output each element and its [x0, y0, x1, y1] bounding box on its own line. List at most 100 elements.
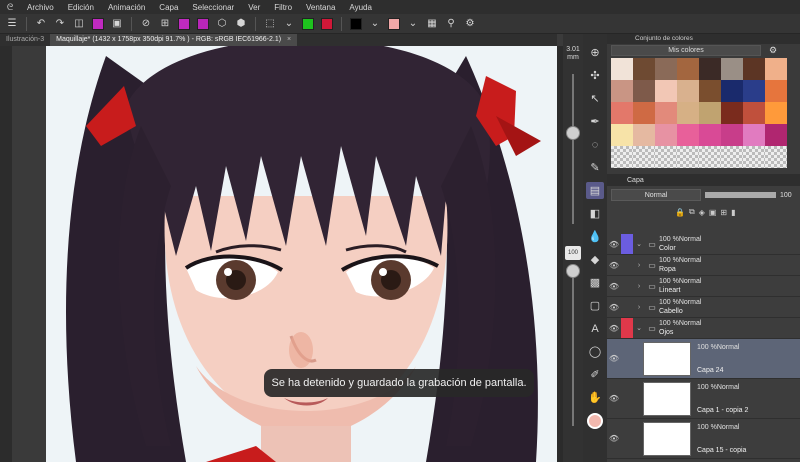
color-swatch[interactable] [633, 124, 655, 146]
blend-mode-select[interactable]: Normal [611, 189, 701, 201]
visibility-eye-icon[interactable]: 👁 [607, 324, 621, 333]
black-swatch-icon[interactable] [348, 16, 364, 32]
menu-ventana[interactable]: Ventana [299, 3, 342, 12]
menu-filtro[interactable]: Filtro [267, 3, 299, 12]
color-swatch[interactable] [611, 58, 633, 80]
color-swatch[interactable] [677, 146, 699, 168]
color-icon[interactable]: ▮ [731, 208, 735, 217]
layer-row[interactable]: 👁 › ▭ 100 %Normal Cabello [607, 297, 800, 318]
checker-icon[interactable]: ▦ [424, 16, 440, 32]
chevron-down-icon[interactable]: ⌄ [281, 16, 297, 32]
color-swatch[interactable] [633, 146, 655, 168]
color-swatch[interactable] [699, 124, 721, 146]
color-swatch[interactable] [677, 80, 699, 102]
layer-row[interactable]: 👁 100 %Normal Capa 24 [607, 339, 800, 379]
hamburger-menu-icon[interactable]: ☰ [4, 16, 20, 32]
color-swatch[interactable] [611, 80, 633, 102]
color-swatch[interactable] [743, 80, 765, 102]
color-swatch[interactable] [743, 146, 765, 168]
layer-row[interactable]: 👁 › ▭ 100 %Normal Lineart [607, 276, 800, 297]
figure-icon[interactable]: ▢ [586, 297, 604, 314]
color-swatch[interactable] [677, 102, 699, 124]
color-swatch[interactable] [633, 102, 655, 124]
visibility-eye-icon[interactable]: 👁 [607, 434, 621, 443]
color-swatch[interactable] [721, 58, 743, 80]
color-swatch[interactable] [655, 80, 677, 102]
brush-size-slider[interactable] [566, 126, 580, 140]
color-swatch[interactable] [655, 146, 677, 168]
color-swatch[interactable] [611, 102, 633, 124]
color-swatch[interactable] [765, 58, 787, 80]
color-swatch[interactable] [633, 80, 655, 102]
eyedropper-icon[interactable]: ✎ [586, 159, 604, 176]
mask-icon[interactable]: ▣ [709, 208, 717, 217]
color-set-select[interactable]: Mis colores [611, 44, 761, 56]
color-swatch[interactable] [743, 124, 765, 146]
lasso-icon[interactable]: ◌ [586, 136, 604, 153]
color-swatch[interactable] [721, 102, 743, 124]
magenta-fill-icon[interactable] [195, 16, 211, 32]
close-icon[interactable]: × [287, 36, 291, 43]
move-icon[interactable]: ✣ [586, 67, 604, 84]
blend-icon[interactable]: 💧 [586, 228, 604, 245]
correct-line-icon[interactable]: ✐ [586, 366, 604, 383]
visibility-eye-icon[interactable]: 👁 [607, 394, 621, 403]
brush-opacity-slider[interactable] [566, 264, 580, 278]
folder-toggle-icon[interactable]: ⌄ [633, 240, 645, 248]
tab-ilustracion[interactable]: Ilustración-3 [0, 34, 50, 46]
settings-icon[interactable]: ⚙ [769, 45, 777, 56]
color-swatch[interactable] [765, 80, 787, 102]
fill-icon[interactable]: ◆ [586, 251, 604, 268]
visibility-eye-icon[interactable]: 👁 [607, 282, 621, 291]
menu-edicion[interactable]: Edición [61, 3, 101, 12]
visibility-eye-icon[interactable]: 👁 [607, 354, 621, 363]
text-icon[interactable]: A [586, 320, 604, 337]
chevron-down-icon[interactable]: ⌄ [405, 16, 421, 32]
drawing-canvas[interactable] [46, 46, 557, 462]
layer-row[interactable]: 👁 100 %Normal Capa 1 - copia 2 [607, 379, 800, 419]
redo-icon[interactable]: ↷ [52, 16, 68, 32]
color-set-icon[interactable]: ▤ [586, 182, 604, 199]
ruler-icon[interactable]: ⊞ [720, 208, 727, 217]
layer-row[interactable]: 👁 › ▭ 100 %Normal Ropa [607, 255, 800, 276]
color-swatch[interactable] [765, 146, 787, 168]
clip-icon[interactable]: ⧉ [689, 207, 695, 217]
color-swatch[interactable] [611, 124, 633, 146]
folder-toggle-icon[interactable]: › [633, 283, 645, 290]
folder-toggle-icon[interactable]: › [633, 304, 645, 311]
menu-capa[interactable]: Capa [152, 3, 185, 12]
ruler-icon[interactable]: ⬡ [214, 16, 230, 32]
operation-icon[interactable]: ↖ [586, 90, 604, 107]
lock-icon[interactable]: 🔒 [675, 208, 685, 217]
red-swatch-icon[interactable] [319, 16, 335, 32]
menu-archivo[interactable]: Archivo [20, 3, 61, 12]
color-swatch[interactable] [743, 102, 765, 124]
folder-toggle-icon[interactable]: › [633, 262, 645, 269]
color-swatch[interactable] [699, 80, 721, 102]
zoom-icon[interactable]: ⊕ [586, 44, 604, 61]
color-swatch[interactable] [699, 58, 721, 80]
menu-seleccionar[interactable]: Seleccionar [185, 3, 241, 12]
hand-icon[interactable]: ✋ [586, 389, 604, 406]
layer-row[interactable]: 👁 100 %Normal Capa 15 - copia [607, 419, 800, 459]
green-swatch-icon[interactable] [300, 16, 316, 32]
color-swatch[interactable] [765, 102, 787, 124]
color-swatch[interactable] [699, 146, 721, 168]
box-icon[interactable]: ⬢ [233, 16, 249, 32]
color-swatch[interactable] [655, 58, 677, 80]
opacity-slider[interactable] [705, 192, 776, 198]
color-swatch[interactable] [655, 102, 677, 124]
gradient-icon[interactable]: ▩ [586, 274, 604, 291]
layer-row[interactable]: 👁 ⌄ ▭ 100 %Normal Ojos [607, 318, 800, 339]
deselect-icon[interactable]: ⊘ [138, 16, 154, 32]
reference-icon[interactable]: ◈ [699, 208, 705, 217]
visibility-eye-icon[interactable]: 👁 [607, 261, 621, 270]
transform-icon[interactable]: ▣ [109, 16, 125, 32]
visibility-eye-icon[interactable]: 👁 [607, 303, 621, 312]
folder-toggle-icon[interactable]: ⌄ [633, 324, 645, 332]
pen-icon[interactable]: ✒ [586, 113, 604, 130]
layer-row[interactable]: 👁 ⌄ ▭ 100 %Normal Color [607, 234, 800, 255]
chevron-down-icon[interactable]: ⌄ [367, 16, 383, 32]
tab-maquillaje[interactable]: Maquillaje* (1432 x 1758px 350dpi 91.7% … [50, 34, 298, 46]
selection-icon[interactable]: ⬚ [262, 16, 278, 32]
